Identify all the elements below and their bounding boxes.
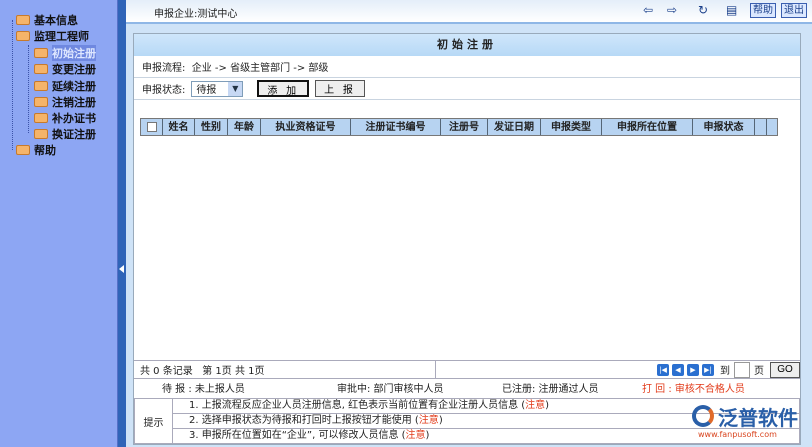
forward-arrow-icon[interactable]: ⇨ (667, 3, 677, 18)
folder-icon (34, 81, 48, 91)
col-certificate-no[interactable]: 注册证书编号 (351, 119, 441, 135)
tree-label: 基本信息 (34, 14, 78, 27)
back-arrow-icon[interactable]: ⇦ (643, 3, 653, 18)
col-issue-date[interactable]: 发证日期 (488, 119, 541, 135)
folder-icon[interactable]: ▤ (726, 3, 737, 18)
table-header: 姓名 性别 年龄 执业资格证号 注册证书编号 注册号 发证日期 申报类型 申报所… (140, 118, 778, 136)
tree-label: 变更注册 (52, 63, 96, 76)
col-location[interactable]: 申报所在位置 (602, 119, 693, 135)
folder-icon (16, 145, 30, 155)
status-row: 申报状态: 待报 ▼ 添 加 上 报 (134, 78, 800, 100)
folder-open-icon (16, 31, 30, 41)
tree-item-basic-info[interactable]: 基本信息 (16, 12, 78, 28)
sidebar-splitter[interactable] (118, 0, 126, 447)
goto-label: 到 (720, 366, 730, 377)
help-button[interactable]: 帮助 (750, 3, 776, 18)
legend-registered: 已注册: 注册通过人员 (502, 384, 599, 395)
legend-reviewing: 审批中: 部门审核中人员 (337, 384, 444, 395)
folder-icon (34, 48, 48, 58)
legend-pending: 待 报 : 未上报人员 (162, 384, 245, 395)
col-spacer (767, 119, 777, 135)
tree-label: 换证注册 (52, 128, 96, 141)
main-panel: 初始注册 申报流程: 企业 -> 省级主管部门 -> 部级 申报状态: 待报 ▼ … (133, 33, 801, 445)
logo-mark-icon (692, 405, 714, 427)
status-legend: 待 报 : 未上报人员 审批中: 部门审核中人员 已注册: 注册通过人员 打 回… (134, 379, 800, 396)
fanpu-logo: 泛普软件 www.fanpusoft.com (690, 402, 805, 444)
top-bar: 申报企业:测试中心 ⇦ ⇨ ↻ ▤ 帮助 退出 (126, 0, 812, 24)
sidebar-tree: 基本信息 监理工程师 初始注册 变更注册 延续注册 注销注册 补办证书 换证注册… (0, 0, 118, 447)
folder-icon (34, 64, 48, 74)
tree-label: 初始注册 (52, 45, 96, 61)
first-page-icon[interactable]: |◀ (657, 363, 669, 376)
tree-label: 延续注册 (52, 80, 96, 93)
folder-icon (34, 129, 48, 139)
tree-item-cancel-registration[interactable]: 注销注册 (34, 94, 96, 110)
status-value: 待报 (196, 85, 217, 96)
record-summary: 共 0 条记录 第 1页 共 1页 (140, 366, 265, 377)
flow-label: 申报流程: (142, 63, 186, 74)
tree-item-change-registration[interactable]: 变更注册 (34, 61, 96, 77)
add-button[interactable]: 添 加 (257, 80, 310, 97)
page-input[interactable] (734, 361, 750, 378)
tree-label: 监理工程师 (34, 30, 89, 43)
col-gender[interactable]: 性别 (195, 119, 228, 135)
col-type[interactable]: 申报类型 (541, 119, 602, 135)
tree-item-replace-certificate[interactable]: 换证注册 (34, 126, 96, 142)
tree-item-help[interactable]: 帮助 (16, 142, 56, 158)
logo-name: 泛普软件 (718, 406, 798, 430)
folder-icon (34, 97, 48, 107)
tree-label: 注销注册 (52, 96, 96, 109)
last-page-icon[interactable]: ▶| (702, 363, 714, 376)
col-registration-no[interactable]: 注册号 (441, 119, 488, 135)
collapse-arrow-icon[interactable] (119, 265, 124, 273)
logo-url: www.fanpusoft.com (698, 430, 777, 439)
tree-label: 补办证书 (52, 112, 96, 125)
col-name[interactable]: 姓名 (163, 119, 195, 135)
select-all-checkbox[interactable] (141, 119, 163, 135)
folder-icon (16, 15, 30, 25)
tree-item-reissue-certificate[interactable]: 补办证书 (34, 110, 96, 126)
chevron-down-icon: ▼ (228, 81, 243, 96)
pager: 共 0 条记录 第 1页 共 1页 |◀ ◀ ▶ ▶| 到 页 GO (134, 360, 800, 379)
flow-value: 企业 -> 省级主管部门 -> 部级 (191, 63, 329, 74)
next-page-icon[interactable]: ▶ (687, 363, 699, 376)
folder-icon (34, 113, 48, 123)
tree-item-supervising-engineer[interactable]: 监理工程师 (16, 28, 89, 44)
page-label: 页 (754, 366, 764, 377)
status-select[interactable]: 待报 ▼ (191, 80, 244, 97)
tree-item-initial-registration[interactable]: 初始注册 (34, 45, 96, 61)
col-age[interactable]: 年龄 (228, 119, 261, 135)
refresh-icon[interactable]: ↻ (698, 3, 708, 18)
col-status[interactable]: 申报状态 (693, 119, 755, 135)
status-label: 申报状态: (142, 85, 186, 96)
go-button[interactable]: GO (770, 361, 800, 378)
col-qualification-no[interactable]: 执业资格证号 (261, 119, 351, 135)
legend-rejected: 打 回 : 审核不合格人员 (642, 384, 745, 395)
tips-label: 提示 (135, 399, 173, 443)
exit-button[interactable]: 退出 (781, 3, 807, 18)
company-label: 申报企业:测试中心 (154, 9, 238, 20)
tree-item-renewal-registration[interactable]: 延续注册 (34, 78, 96, 94)
submit-button[interactable]: 上 报 (315, 80, 365, 97)
prev-page-icon[interactable]: ◀ (672, 363, 684, 376)
page-title: 初始注册 (134, 34, 800, 56)
tree-label: 帮助 (34, 144, 56, 157)
col-spacer (755, 119, 767, 135)
flow-row: 申报流程: 企业 -> 省级主管部门 -> 部级 (134, 56, 800, 78)
